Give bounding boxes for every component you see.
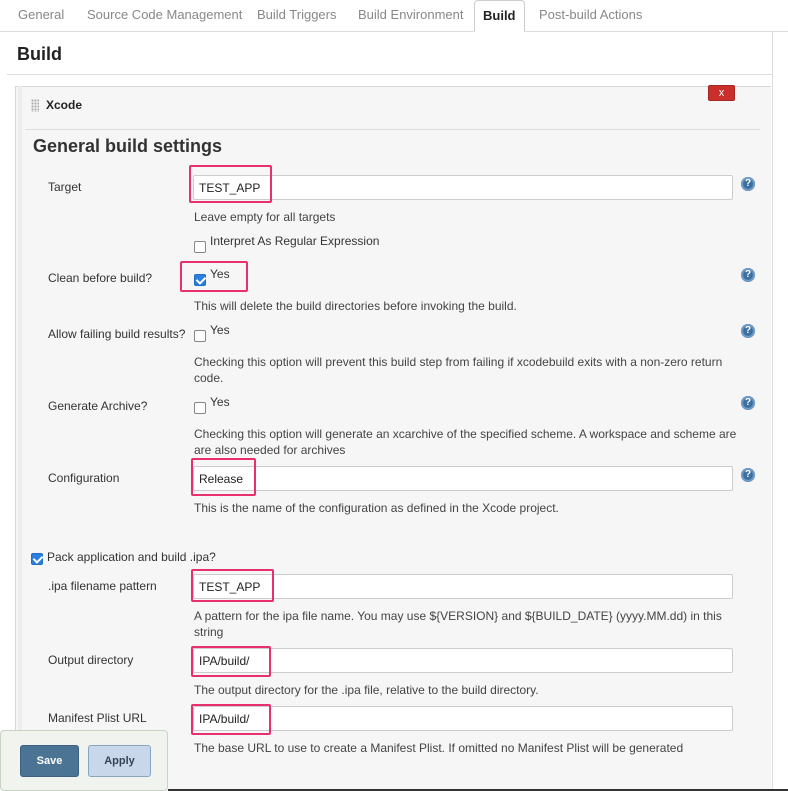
configuration-input[interactable]: [193, 466, 733, 491]
output-dir-highlight: [191, 646, 271, 677]
generate-archive-description: Checking this option will generate an xc…: [194, 427, 737, 457]
interpret-regex-label: Interpret As Regular Expression: [210, 234, 380, 248]
tab-build-environment[interactable]: Build Environment: [358, 7, 464, 22]
manifest-url-label: Manifest Plist URL: [48, 711, 147, 725]
clean-help-icon[interactable]: ?: [741, 268, 755, 282]
allow-failing-checkbox[interactable]: [194, 330, 206, 342]
panel-divider: [25, 129, 760, 130]
target-label: Target: [48, 180, 82, 194]
manifest-url-highlight: [191, 704, 271, 735]
output-dir-label: Output directory: [48, 653, 134, 667]
tab-post-build-actions[interactable]: Post-build Actions: [539, 7, 642, 22]
clean-label: Clean before build?: [48, 271, 153, 285]
output-dir-input[interactable]: [193, 648, 733, 673]
generate-archive-option: Yes: [210, 395, 230, 409]
ipa-pattern-label: .ipa filename pattern: [48, 579, 157, 593]
tab-general[interactable]: General: [18, 7, 64, 22]
allow-failing-description: Checking this option will prevent this b…: [194, 355, 723, 385]
builder-title: Xcode: [46, 98, 83, 112]
clean-description: This will delete the build directories b…: [194, 299, 517, 313]
target-help-icon[interactable]: ?: [741, 177, 755, 191]
panel-side-bar: [18, 86, 22, 791]
interpret-regex-checkbox[interactable]: [194, 241, 206, 253]
configuration-help-icon[interactable]: ?: [741, 468, 755, 482]
target-input[interactable]: [193, 175, 733, 200]
drag-handle-icon[interactable]: [31, 99, 39, 112]
delete-builder-button[interactable]: x: [708, 85, 735, 101]
page-edge: [772, 32, 773, 791]
section-divider: [7, 74, 773, 75]
target-description: Leave empty for all targets: [194, 210, 336, 224]
generate-archive-label: Generate Archive?: [48, 399, 148, 413]
tab-source-code-management[interactable]: Source Code Management: [87, 7, 242, 22]
allow-failing-option: Yes: [210, 323, 230, 337]
subsection-title: General build settings: [33, 136, 223, 156]
configuration-highlight: [191, 458, 256, 496]
configuration-label: Configuration: [48, 471, 120, 485]
allow-failing-help-icon[interactable]: ?: [741, 324, 755, 338]
tab-bar: General Source Code Management Build Tri…: [0, 0, 788, 32]
apply-button[interactable]: Apply: [88, 745, 151, 777]
tab-build-triggers[interactable]: Build Triggers: [257, 7, 336, 22]
generate-archive-help-icon[interactable]: ?: [741, 396, 755, 410]
pack-ipa-label: Pack application and build .ipa?: [47, 550, 216, 564]
configuration-description: This is the name of the configuration as…: [194, 501, 559, 515]
clean-highlight: [180, 261, 248, 292]
allow-failing-label: Allow failing build results?: [48, 327, 186, 341]
tab-build[interactable]: Build: [474, 0, 525, 32]
target-highlight: [189, 165, 272, 203]
manifest-url-description: The base URL to use to create a Manifest…: [194, 741, 684, 755]
save-button[interactable]: Save: [20, 745, 79, 777]
output-dir-description: The output directory for the .ipa file, …: [194, 683, 539, 697]
ipa-pattern-input[interactable]: [193, 574, 733, 599]
generate-archive-checkbox[interactable]: [194, 402, 206, 414]
section-title: Build: [17, 44, 62, 64]
manifest-url-input[interactable]: [193, 706, 733, 731]
pack-ipa-checkbox[interactable]: [31, 553, 43, 565]
ipa-pattern-description: A pattern for the ipa file name. You may…: [194, 609, 722, 639]
ipa-pattern-highlight: [191, 569, 274, 602]
